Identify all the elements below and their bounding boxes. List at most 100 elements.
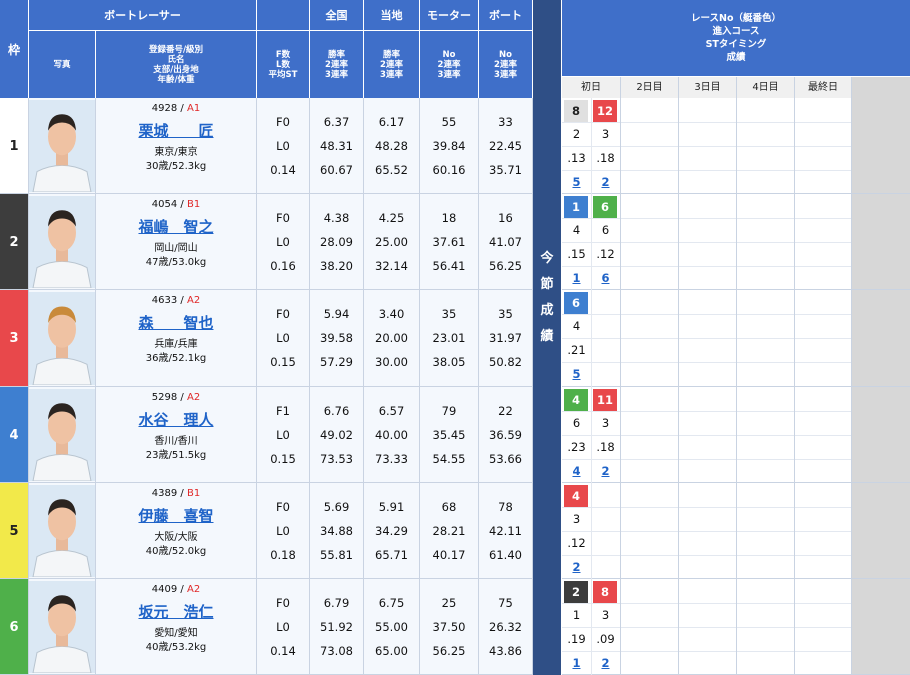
boat-value: 33 (498, 115, 513, 129)
race-rank[interactable]: 4 (562, 459, 591, 483)
racer-age-weight: 36歳/52.1kg (145, 353, 207, 364)
race-no-badge[interactable]: 4 (564, 485, 588, 507)
racer-photo (29, 389, 95, 481)
day-header-3: 3日目 (679, 77, 737, 98)
racer-age-weight: 40歳/53.2kg (145, 642, 207, 653)
race-rank-link[interactable]: 2 (601, 175, 609, 189)
race-no-badge[interactable]: 2 (564, 581, 588, 603)
race-no-badge[interactable]: 6 (593, 196, 617, 218)
racer-class: A2 (186, 392, 201, 403)
racer-info: 5298 / A2 水谷 理人 香川/香川 23歳/51.5kg (96, 390, 256, 480)
racer-age-weight: 40歳/52.0kg (145, 546, 207, 557)
fl-value: F0 (276, 307, 290, 321)
race-rank[interactable]: 1 (562, 266, 591, 290)
race-grid-line (562, 362, 852, 363)
fl-value: F0 (276, 596, 290, 610)
boat-value: 36.59 (489, 428, 522, 442)
race-st: .18 (596, 151, 615, 165)
race-rank-link[interactable]: 1 (572, 271, 580, 285)
race-grid-line (562, 411, 852, 412)
race-st: .23 (567, 440, 586, 454)
touchi-value: 25.00 (375, 235, 408, 249)
race-st: .15 (567, 247, 586, 261)
race-rank[interactable]: 2 (591, 170, 620, 194)
race-rank[interactable]: 5 (562, 362, 591, 386)
gray-row (852, 483, 910, 579)
column-separator (620, 98, 621, 675)
reg-class: 5298 / A2 (151, 392, 201, 403)
race-rank-link[interactable]: 2 (601, 464, 609, 478)
racer-name-link[interactable]: 森 智也 (96, 308, 256, 338)
race-no-badge[interactable]: 6 (564, 292, 588, 314)
race-no-badge[interactable]: 12 (593, 100, 617, 122)
zenkoku-value: 73.53 (320, 452, 353, 466)
header-fl-line: L数 (276, 59, 290, 70)
race-rank-link[interactable]: 2 (601, 656, 609, 670)
header-photo: 写真 (29, 31, 95, 98)
zenkoku-value: 60.67 (320, 163, 353, 177)
race-grid-line (562, 242, 852, 243)
racer-name-link[interactable]: 坂元 浩仁 (96, 597, 256, 627)
header-boat-rates-line: No (499, 49, 512, 60)
race-rank[interactable]: 2 (591, 651, 620, 675)
reg-number: 4409 (151, 584, 178, 595)
header-info-line: 氏名 (167, 54, 185, 65)
fl-value: 0.14 (270, 163, 296, 177)
header-line (562, 76, 910, 77)
race-rank[interactable]: 1 (562, 651, 591, 675)
race-rank-link[interactable]: 5 (572, 367, 580, 381)
racer-photo (29, 292, 95, 385)
racer-photo (29, 485, 95, 577)
racer-name-link[interactable]: 伊藤 喜智 (96, 501, 256, 531)
fl-value: F0 (276, 211, 290, 225)
race-rank[interactable]: 2 (591, 459, 620, 483)
zenkoku-value: 5.94 (323, 307, 350, 321)
race-grid-line (562, 555, 852, 556)
race-grid-line (562, 531, 852, 532)
zenkoku-value: 39.58 (320, 331, 353, 345)
race-rank-link[interactable]: 2 (572, 560, 580, 574)
race-no-badge[interactable]: 8 (593, 581, 617, 603)
race-no-badge[interactable]: 11 (593, 389, 617, 411)
race-rank-link[interactable]: 1 (572, 656, 580, 670)
boat-value: 78 (498, 500, 513, 514)
fl-value: L0 (276, 139, 290, 153)
racer-photo (29, 581, 95, 673)
konsetsu-char: 節 (540, 277, 554, 292)
touchi-value: 55.00 (375, 620, 408, 634)
race-st: .12 (567, 536, 586, 550)
race-rank[interactable]: 6 (591, 266, 620, 290)
gray-row (852, 387, 910, 483)
race-course: 3 (601, 127, 610, 141)
race-rank-link[interactable]: 5 (572, 175, 580, 189)
column-separator (95, 98, 96, 675)
race-grid-line (562, 338, 852, 339)
column-separator (256, 98, 257, 675)
racer-name-link[interactable]: 栗城 匠 (96, 116, 256, 146)
motor-value: 38.05 (432, 355, 466, 369)
racer-name-link[interactable]: 福嶋 智之 (96, 212, 256, 242)
race-no-badge[interactable]: 4 (564, 389, 588, 411)
touchi-value: 65.00 (375, 644, 408, 658)
reg-number: 4389 (151, 488, 178, 499)
race-rank-link[interactable]: 6 (601, 271, 609, 285)
gray-header-strip (852, 77, 910, 98)
race-rank[interactable]: 5 (562, 170, 591, 194)
boat-value: 31.97 (489, 331, 522, 345)
konsetsu-char: 今 (540, 251, 554, 266)
header-motor: モーター (420, 0, 478, 30)
race-grid-line (562, 627, 852, 628)
race-rank[interactable]: 2 (562, 555, 591, 579)
race-no-badge[interactable]: 8 (564, 100, 588, 122)
racer-photo (29, 196, 95, 288)
race-no-badge[interactable]: 1 (564, 196, 588, 218)
zenkoku-value: 34.88 (320, 524, 353, 538)
motor-value: 18 (441, 211, 457, 225)
racer-age-weight: 47歳/53.0kg (145, 257, 207, 268)
race-rank-link[interactable]: 4 (572, 464, 580, 478)
header-fl-line: F数 (275, 49, 291, 60)
fl-value: L0 (276, 428, 290, 442)
header-zenkoku-rates-line: 勝率 (327, 49, 345, 60)
racer-name-link[interactable]: 水谷 理人 (96, 405, 256, 435)
header-boat: ボート (479, 0, 532, 30)
